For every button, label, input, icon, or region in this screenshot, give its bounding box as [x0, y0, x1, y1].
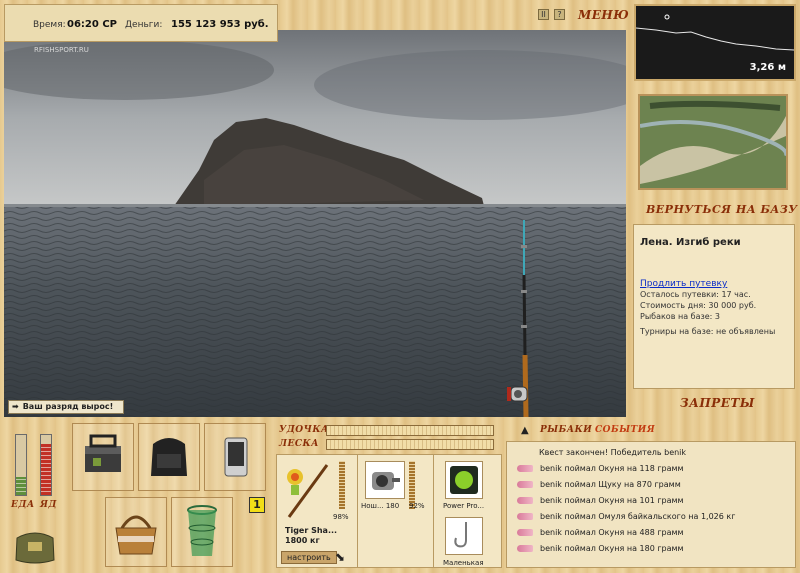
- list-item: benik поймал Окуня на 180 грамм: [517, 544, 684, 553]
- health-label: ЯД: [40, 500, 57, 510]
- pause-button[interactable]: II: [538, 9, 549, 20]
- keepnet-icon: [187, 505, 217, 556]
- depth-value: 3,26 м: [749, 62, 786, 73]
- rod-label: УДОЧКА: [279, 425, 329, 435]
- hook-icon[interactable]: [445, 517, 483, 555]
- list-item: benik поймал Окуня на 118 грамм: [517, 464, 684, 473]
- phone-icon: [224, 437, 248, 477]
- lure-icon: [517, 481, 533, 488]
- time-label: Время:: [33, 20, 66, 30]
- money-value: 155 123 953 руб.: [171, 19, 269, 30]
- basket-slot[interactable]: [105, 497, 167, 567]
- resize-arrow-icon[interactable]: ⬊: [335, 550, 345, 564]
- bans-button[interactable]: ЗАПРЕТЫ: [680, 396, 755, 410]
- line-name: Power Pro...: [443, 502, 485, 510]
- lure-icon: [517, 529, 533, 536]
- tournaments: Турниры на базе: не объявлены: [640, 327, 776, 336]
- lure-icon: [517, 545, 533, 552]
- rod-name: Tiger Sha...: [285, 526, 338, 535]
- extend-trip-link[interactable]: Продлить путевку: [640, 279, 788, 289]
- location-info: Лена. Изгиб реки Продлить путевку Остало…: [633, 224, 795, 389]
- quest-message: Квест закончен! Победитель benik: [539, 448, 687, 457]
- location-title: Лена. Изгиб реки: [640, 237, 741, 248]
- list-item: benik поймал Омуля байкальского на 1,026…: [517, 512, 735, 521]
- watermark: RFISHSPORT.RU: [34, 46, 89, 54]
- phone-slot[interactable]: [204, 423, 266, 491]
- line-tension-bar: [326, 439, 494, 450]
- rod-icon[interactable]: [281, 459, 333, 521]
- day-cost: Стоимость дня: 30 000 руб.: [640, 301, 757, 310]
- tab-anglers[interactable]: РЫБАКИ: [540, 425, 592, 435]
- backpack-icon: [151, 438, 187, 476]
- fishing-rod[interactable]: [494, 215, 544, 417]
- health-gauge: [40, 434, 52, 496]
- list-item: benik поймал Щуку на 870 грамм: [517, 480, 681, 489]
- rod-tension-bar: [326, 425, 494, 436]
- basket-icon: [115, 515, 157, 555]
- arrow-icon: ➡: [12, 402, 19, 411]
- hook-name: Маленькая: [443, 559, 484, 567]
- food-label: ЕДА: [11, 500, 35, 510]
- location-photo: [638, 94, 788, 190]
- reel-icon[interactable]: [365, 461, 405, 499]
- up-arrow-icon[interactable]: ▲: [521, 425, 529, 436]
- fishing-view[interactable]: RFISHSPORT.RU ➡ Ваш разряд вырос!: [4, 30, 626, 417]
- depth-map[interactable]: 3,26 м: [634, 4, 796, 81]
- list-item: benik поймал Окуня на 101 грамм: [517, 496, 684, 505]
- time-value: 06:20 СР: [67, 19, 117, 30]
- food-gauge: [15, 434, 27, 496]
- tackle-box-slot[interactable]: [72, 423, 134, 491]
- anglers-count: Рыбаков на базе: 3: [640, 312, 720, 321]
- backpack-slot[interactable]: [138, 423, 200, 491]
- tackle-box-icon: [85, 434, 121, 472]
- tackle-panel: 98% Tiger Sha... 1800 кг настроить ⬊ Нош…: [276, 454, 502, 568]
- bag-icon[interactable]: [12, 526, 58, 564]
- tab-events[interactable]: СОБЫТИЯ: [595, 425, 655, 435]
- line-label: ЛЕСКА: [279, 439, 319, 449]
- rod-percent: 98%: [333, 513, 349, 521]
- rod-wear-bar: [339, 461, 345, 509]
- keepnet-slot[interactable]: [171, 497, 233, 567]
- trip-remaining: Осталось путевки: 17 час.: [640, 290, 751, 299]
- list-item: benik поймал Окуня на 488 грамм: [517, 528, 684, 537]
- menu-button[interactable]: МЕНЮ: [578, 8, 629, 22]
- events-panel: Квест закончен! Победитель benik benik п…: [506, 441, 796, 568]
- slot-badge: 1: [249, 497, 265, 513]
- setup-button[interactable]: настроить: [281, 551, 337, 564]
- money-label: Деньги:: [125, 20, 163, 30]
- notification[interactable]: ➡ Ваш разряд вырос!: [8, 400, 124, 414]
- lure-icon: [517, 513, 533, 520]
- help-button[interactable]: ?: [554, 9, 565, 20]
- rod-load: 1800 кг: [285, 536, 320, 545]
- lure-icon: [517, 497, 533, 504]
- reel-name: Нош... 180: [361, 502, 400, 510]
- line-spool-icon[interactable]: [445, 461, 483, 499]
- reel-percent: 92%: [409, 502, 425, 510]
- return-to-base-button[interactable]: ВЕРНУТЬСЯ НА БАЗУ: [646, 203, 798, 216]
- lure-icon: [517, 465, 533, 472]
- status-bar: Время: 06:20 СР Деньги: 155 123 953 руб.: [4, 4, 278, 42]
